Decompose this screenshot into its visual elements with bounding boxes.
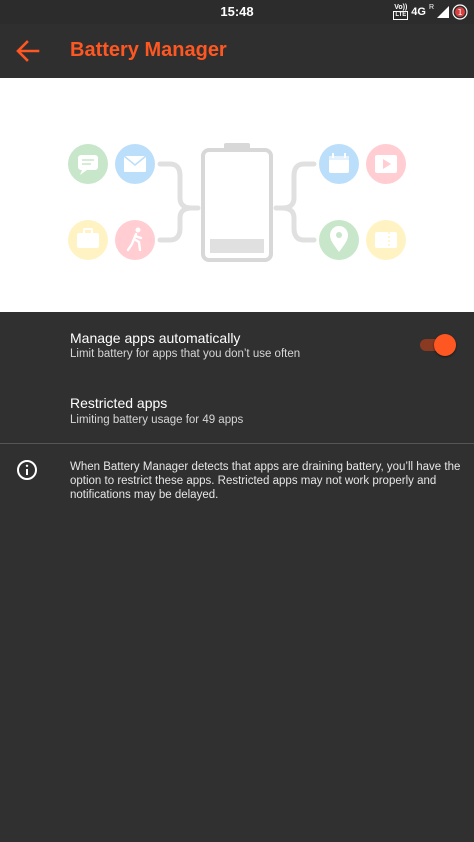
connector-left-bottom	[157, 205, 195, 243]
battery-illustration-svg	[68, 143, 406, 262]
badge-count: 1	[457, 8, 462, 17]
manage-apps-subtitle: Limit battery for apps that you don’t us…	[70, 348, 301, 360]
map-pin-icon	[319, 220, 359, 260]
restricted-apps-subtitle: Limiting battery usage for 49 apps	[70, 414, 244, 426]
battery-illustration	[0, 78, 474, 312]
restricted-apps-row[interactable]: Restricted apps Limiting battery usage f…	[0, 378, 474, 443]
ticket-icon	[366, 220, 406, 260]
volte-label: Vo))	[394, 4, 408, 11]
restricted-apps-title: Restricted apps	[70, 395, 168, 411]
network-type: 4G	[411, 6, 426, 18]
signal-icon	[437, 6, 449, 18]
connector-left-top	[157, 161, 201, 211]
briefcase-icon	[68, 220, 108, 260]
back-arrow-icon[interactable]	[14, 38, 42, 64]
play-icon	[366, 144, 406, 184]
status-icons: Vo)) LTE 4G R 1	[393, 3, 468, 21]
toggle-thumb	[434, 334, 456, 356]
app-bar: Battery Manager	[0, 24, 474, 78]
battery-manager-screen: 15:48 Vo)) LTE 4G R 1 Battery Manager Ma…	[0, 0, 474, 842]
manage-apps-automatically-row[interactable]: Manage apps automatically Limit battery …	[0, 312, 474, 378]
running-icon	[115, 220, 155, 260]
lte-label: LTE	[393, 11, 409, 20]
info-text: When Battery Manager detects that apps a…	[70, 461, 461, 501]
connector-right-bottom	[279, 205, 317, 243]
email-icon	[115, 144, 155, 184]
message-icon	[68, 144, 108, 184]
volte-icon: Vo)) LTE	[393, 4, 409, 20]
info-icon	[17, 460, 37, 480]
manage-apps-toggle[interactable]	[418, 334, 456, 356]
manage-apps-title: Manage apps automatically	[70, 330, 241, 346]
status-bar: 15:48 Vo)) LTE 4G R 1	[0, 0, 474, 24]
page-title: Battery Manager	[70, 39, 227, 61]
divider	[0, 443, 474, 444]
battery-icon	[201, 143, 273, 262]
connector-right-top	[273, 161, 317, 211]
roaming-indicator: R	[428, 3, 434, 11]
calendar-icon	[319, 144, 359, 184]
notification-badge-icon: 1	[452, 4, 468, 20]
